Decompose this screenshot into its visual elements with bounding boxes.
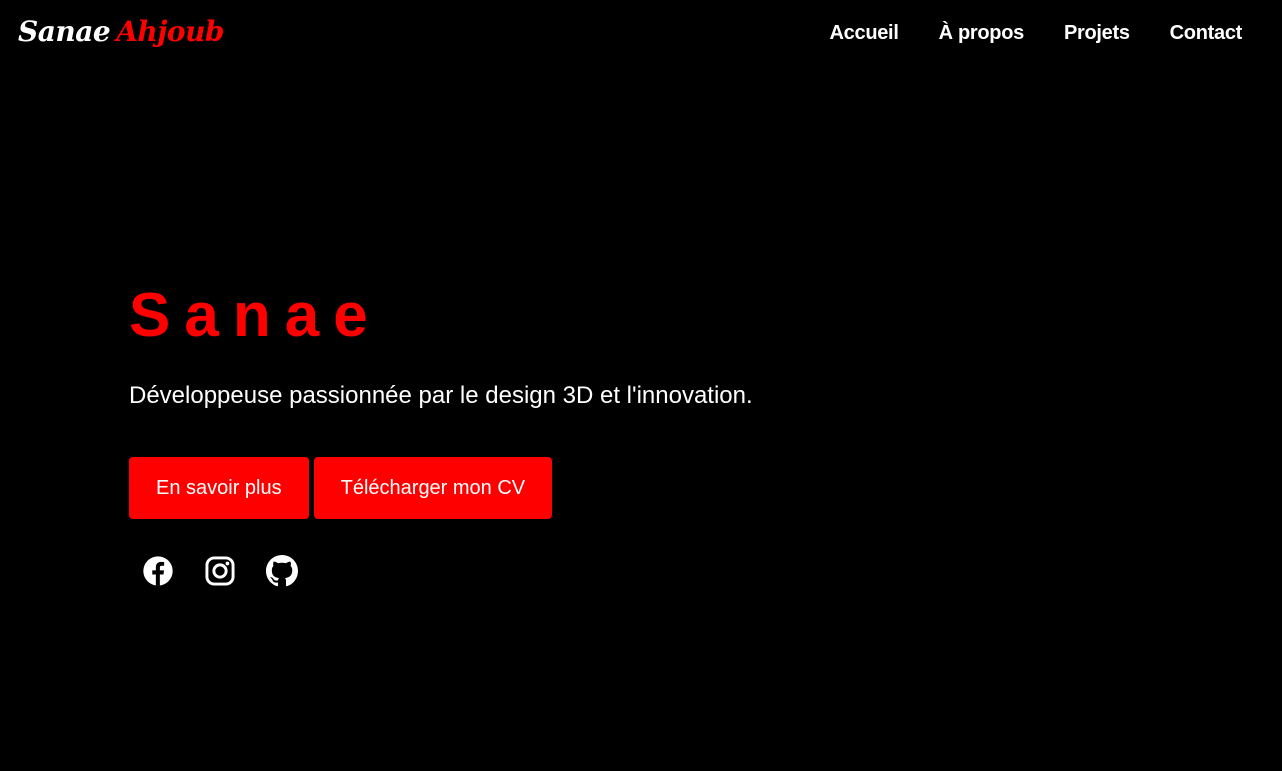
- download-cv-button[interactable]: Télécharger mon CV: [313, 457, 553, 519]
- site-logo[interactable]: Sanae Ahjoub: [18, 14, 225, 50]
- hero-title: Sanae: [129, 281, 382, 350]
- main-nav: Accueil À propos Projets Contact: [830, 20, 1243, 46]
- nav-link-a-propos[interactable]: À propos: [939, 20, 1025, 46]
- hero-section: Sanae Développeuse passionnée par le des…: [129, 278, 1029, 587]
- hero-subtitle: Développeuse passionnée par le design 3D…: [129, 382, 753, 409]
- nav-link-projets[interactable]: Projets: [1064, 20, 1130, 46]
- learn-more-button[interactable]: En savoir plus: [129, 457, 309, 519]
- github-icon[interactable]: [266, 555, 298, 587]
- social-links: [129, 555, 1029, 587]
- navbar: Sanae Ahjoub Accueil À propos Projets Con…: [0, 0, 1282, 68]
- logo-first-name: Sanae: [18, 15, 111, 48]
- instagram-icon[interactable]: [204, 555, 236, 587]
- facebook-icon[interactable]: [142, 555, 174, 587]
- hero-buttons: En savoir plus Télécharger mon CV: [129, 457, 1029, 519]
- nav-link-accueil[interactable]: Accueil: [830, 20, 899, 46]
- nav-link-contact[interactable]: Contact: [1170, 20, 1243, 46]
- logo-last-name: Ahjoub: [116, 15, 225, 48]
